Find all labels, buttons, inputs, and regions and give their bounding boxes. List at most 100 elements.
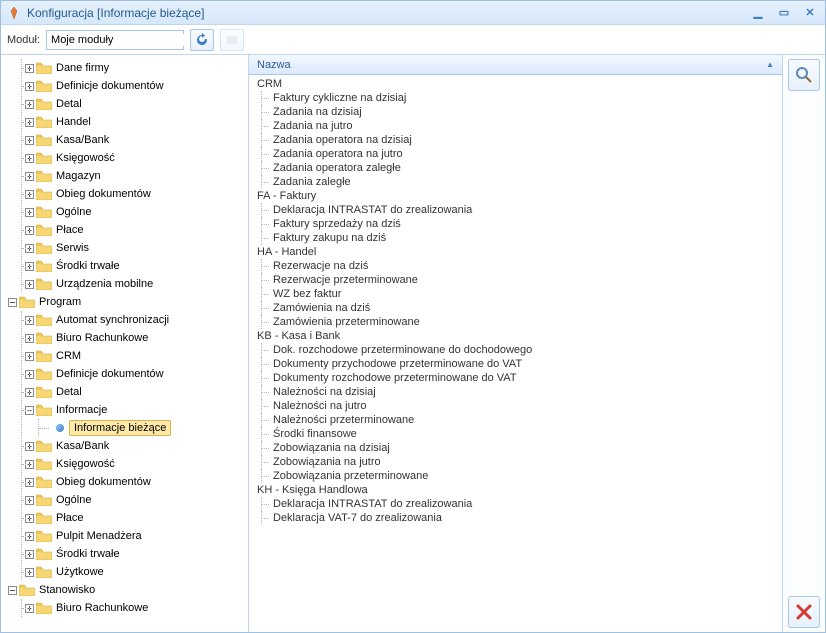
list-group[interactable]: KB - Kasa i Bank <box>251 329 782 343</box>
expand-icon[interactable] <box>22 547 36 561</box>
tree-node-stanowisko[interactable]: Stanowisko <box>5 581 248 599</box>
expand-icon[interactable] <box>22 79 36 93</box>
list-item[interactable]: Deklaracja INTRASTAT do zrealizowania <box>251 203 782 217</box>
tree-node[interactable]: Detal <box>22 383 248 401</box>
expand-icon[interactable] <box>22 601 36 615</box>
list-item[interactable]: Dokumenty przychodowe przeterminowane do… <box>251 357 782 371</box>
list-item[interactable]: Faktury sprzedaży na dziś <box>251 217 782 231</box>
expand-icon[interactable] <box>22 457 36 471</box>
list-item[interactable]: Zamówienia na dziś <box>251 301 782 315</box>
list-item[interactable]: Zadania na dzisiaj <box>251 105 782 119</box>
list-item[interactable]: Rezerwacje przeterminowane <box>251 273 782 287</box>
items-list[interactable]: CRMFaktury cykliczne na dzisiajZadania n… <box>249 75 782 632</box>
tree-node[interactable]: Definicje dokumentów <box>22 77 248 95</box>
expand-icon[interactable] <box>22 277 36 291</box>
list-item[interactable]: Faktury zakupu na dziś <box>251 231 782 245</box>
list-item[interactable]: Zobowiązania przeterminowane <box>251 469 782 483</box>
list-group[interactable]: HA - Handel <box>251 245 782 259</box>
expand-icon[interactable] <box>22 529 36 543</box>
tree-node[interactable]: Płace <box>22 221 248 239</box>
module-input[interactable] <box>47 34 197 46</box>
expand-icon[interactable] <box>22 439 36 453</box>
list-item[interactable]: WZ bez faktur <box>251 287 782 301</box>
tree-node[interactable]: Kasa/Bank <box>22 437 248 455</box>
list-group[interactable]: CRM <box>251 77 782 91</box>
list-item[interactable]: Rezerwacje na dziś <box>251 259 782 273</box>
tree-node[interactable]: Definicje dokumentów <box>22 365 248 383</box>
expand-icon[interactable] <box>22 97 36 111</box>
collapse-icon[interactable] <box>5 583 19 597</box>
expand-icon[interactable] <box>22 331 36 345</box>
tree-node[interactable]: Ogólne <box>22 203 248 221</box>
tree-node[interactable]: Dane firmy <box>22 59 248 77</box>
expand-icon[interactable] <box>22 169 36 183</box>
cancel-button[interactable] <box>788 596 820 628</box>
maximize-button[interactable]: ▭ <box>775 6 793 20</box>
list-item[interactable]: Deklaracja VAT-7 do zrealizowania <box>251 511 782 525</box>
tree-node[interactable]: Ogólne <box>22 491 248 509</box>
expand-icon[interactable] <box>22 493 36 507</box>
list-item[interactable]: Zobowiązania na jutro <box>251 455 782 469</box>
list-item[interactable]: Zobowiązania na dzisiaj <box>251 441 782 455</box>
tree-node[interactable]: Magazyn <box>22 167 248 185</box>
tree-node[interactable]: Płace <box>22 509 248 527</box>
expand-icon[interactable] <box>22 241 36 255</box>
refresh-button[interactable] <box>190 29 214 51</box>
list-item[interactable]: Zadania zaległe <box>251 175 782 189</box>
list-item[interactable]: Zadania operatora zaległe <box>251 161 782 175</box>
tree-node[interactable]: Środki trwałe <box>22 257 248 275</box>
tree-node[interactable]: Urządzenia mobilne <box>22 275 248 293</box>
list-item[interactable]: Dokumenty rozchodowe przeterminowane do … <box>251 371 782 385</box>
tree-node[interactable]: Obieg dokumentów <box>22 185 248 203</box>
expand-icon[interactable] <box>22 259 36 273</box>
list-item[interactable]: Zadania operatora na dzisiaj <box>251 133 782 147</box>
expand-icon[interactable] <box>22 475 36 489</box>
list-item[interactable]: Należności na dzisiaj <box>251 385 782 399</box>
expand-icon[interactable] <box>22 115 36 129</box>
expand-icon[interactable] <box>22 385 36 399</box>
tree-node-informacje-biezace[interactable]: Informacje bieżące <box>39 419 248 437</box>
tree-node[interactable]: Biuro Rachunkowe <box>22 329 248 347</box>
tree-node[interactable]: Detal <box>22 95 248 113</box>
expand-icon[interactable] <box>22 565 36 579</box>
module-combo[interactable]: ▾ <box>46 30 184 50</box>
tree-node[interactable]: Serwis <box>22 239 248 257</box>
tree-node[interactable]: CRM <box>22 347 248 365</box>
expand-icon[interactable] <box>22 205 36 219</box>
expand-icon[interactable] <box>22 133 36 147</box>
column-header-nazwa[interactable]: Nazwa ▲ <box>249 55 782 75</box>
expand-icon[interactable] <box>22 349 36 363</box>
tree-node[interactable]: Obieg dokumentów <box>22 473 248 491</box>
list-item[interactable]: Zadania operatora na jutro <box>251 147 782 161</box>
tree-node-informacje[interactable]: Informacje <box>22 401 248 419</box>
tree-node[interactable]: Handel <box>22 113 248 131</box>
close-button[interactable]: ✕ <box>801 6 819 20</box>
search-button[interactable] <box>788 59 820 91</box>
expand-icon[interactable] <box>22 511 36 525</box>
config-tree[interactable]: Dane firmy Definicje dokumentów Detal Ha… <box>1 55 248 632</box>
tree-node[interactable]: Kasa/Bank <box>22 131 248 149</box>
list-item[interactable]: Zamówienia przeterminowane <box>251 315 782 329</box>
tree-node[interactable]: Księgowość <box>22 455 248 473</box>
collapse-icon[interactable] <box>5 295 19 309</box>
tree-node-program[interactable]: Program <box>5 293 248 311</box>
expand-icon[interactable] <box>22 313 36 327</box>
tree-node[interactable]: Automat synchronizacji <box>22 311 248 329</box>
collapse-icon[interactable] <box>22 403 36 417</box>
list-item[interactable]: Dok. rozchodowe przeterminowane do docho… <box>251 343 782 357</box>
list-item[interactable]: Zadania na jutro <box>251 119 782 133</box>
tree-node[interactable]: Środki trwałe <box>22 545 248 563</box>
tree-node[interactable]: Pulpit Menadżera <box>22 527 248 545</box>
list-item[interactable]: Środki finansowe <box>251 427 782 441</box>
expand-icon[interactable] <box>22 151 36 165</box>
list-item[interactable]: Należności na jutro <box>251 399 782 413</box>
tree-node[interactable]: Użytkowe <box>22 563 248 581</box>
expand-icon[interactable] <box>22 61 36 75</box>
list-item[interactable]: Faktury cykliczne na dzisiaj <box>251 91 782 105</box>
list-group[interactable]: FA - Faktury <box>251 189 782 203</box>
expand-icon[interactable] <box>22 367 36 381</box>
tree-node[interactable]: Biuro Rachunkowe <box>22 599 248 617</box>
expand-icon[interactable] <box>22 223 36 237</box>
list-group[interactable]: KH - Księga Handlowa <box>251 483 782 497</box>
expand-icon[interactable] <box>22 187 36 201</box>
